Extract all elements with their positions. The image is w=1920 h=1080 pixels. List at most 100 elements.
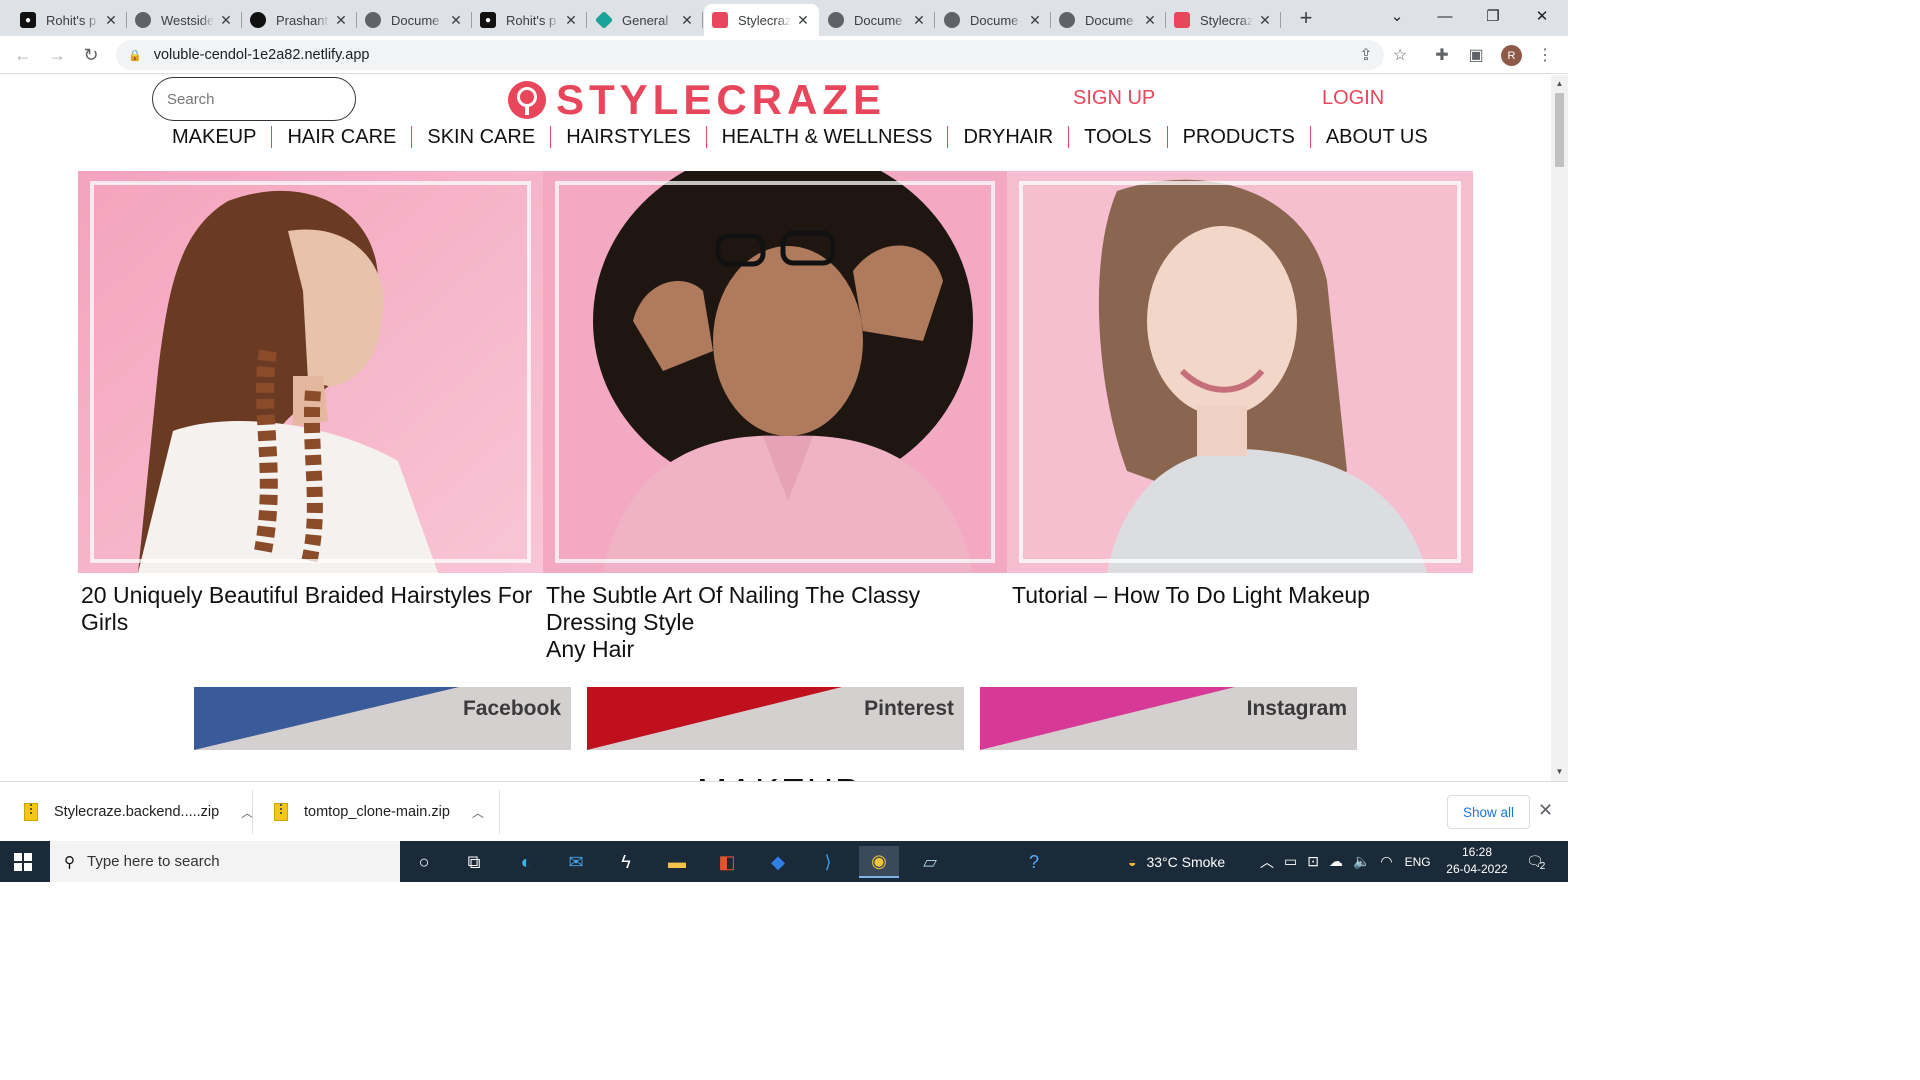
system-clock[interactable]: 16:28 26-04-2022 [1442, 844, 1512, 878]
browser-tab[interactable]: Stylecraz ✕ [1166, 4, 1281, 36]
close-tab-icon[interactable]: ✕ [218, 12, 234, 28]
speaker-icon[interactable]: 🔈 [1353, 853, 1370, 870]
network-alert-icon[interactable]: ☁ [1329, 853, 1343, 870]
download-filename[interactable]: Stylecraze.backend.....zip [54, 804, 219, 820]
scroll-down-arrow-icon[interactable]: ▼ [1555, 767, 1564, 777]
help-icon[interactable]: ? [1014, 846, 1054, 878]
minimize-icon[interactable]: — [1422, 0, 1468, 32]
browser-tab[interactable]: Prashant ✕ [242, 4, 357, 36]
download-filename[interactable]: tomtop_clone-main.zip [304, 804, 450, 820]
article-image-makeup[interactable] [1007, 171, 1473, 573]
edge-icon[interactable]: ◐ [506, 846, 546, 878]
taskbar-search-box[interactable]: ⚲ Type here to search [50, 841, 400, 882]
wifi-icon[interactable]: ◠ [1380, 853, 1392, 870]
close-tab-icon[interactable]: ✕ [795, 12, 811, 28]
nav-makeup[interactable]: MAKEUP [157, 126, 271, 148]
caption-line[interactable]: Girls [81, 609, 532, 636]
cortana-icon[interactable]: ○ [404, 846, 444, 878]
url-text[interactable]: voluble-cendol-1e2a82.netlify.app [154, 47, 370, 63]
nav-tools[interactable]: TOOLS [1068, 126, 1166, 148]
language-indicator[interactable]: ENG [1405, 855, 1431, 869]
article-image-braids[interactable] [78, 171, 543, 573]
browser-tab[interactable]: Docume ✕ [1051, 4, 1166, 36]
browser-tab[interactable]: Westside ✕ [127, 4, 242, 36]
browser-tab[interactable]: General ✕ [588, 4, 703, 36]
page-scrollbar[interactable]: ▲ ▼ [1551, 75, 1568, 781]
chevron-up-icon[interactable]: ︿ [472, 804, 484, 821]
chrome-icon[interactable]: ◉ [859, 846, 899, 878]
notification-center[interactable]: 🗨 2 [1526, 841, 1545, 882]
close-window-icon[interactable]: ✕ [1519, 0, 1565, 32]
article-caption-braids[interactable]: 20 Uniquely Beautiful Braided Hairstyles… [81, 582, 532, 636]
facebook-button[interactable]: Facebook [194, 687, 571, 750]
nav-hairstyles[interactable]: HAIRSTYLES [550, 126, 705, 148]
task-view-icon[interactable]: ⧉ [454, 846, 494, 878]
profile-avatar[interactable]: R [1501, 45, 1522, 66]
extensions-puzzle-icon[interactable]: ✚ [1430, 43, 1454, 67]
browser-tab[interactable]: Docume ✕ [936, 4, 1051, 36]
restore-window-icon[interactable]: ❐ [1470, 0, 1516, 32]
battery-icon[interactable]: ▭ [1284, 853, 1297, 870]
download-item[interactable]: Stylecraze.backend.....zip ︿ [24, 782, 253, 842]
nav-health-wellness[interactable]: HEALTH & WELLNESS [705, 126, 948, 148]
nav-products[interactable]: PRODUCTS [1166, 126, 1310, 148]
reload-icon[interactable]: ↻ [78, 42, 104, 68]
side-panel-icon[interactable]: ▣ [1464, 43, 1488, 67]
close-tab-icon[interactable]: ✕ [1142, 12, 1158, 28]
share-icon[interactable]: ⇪ [1354, 43, 1378, 67]
back-arrow-icon[interactable]: ← [10, 42, 36, 68]
weather-widget[interactable]: ◒ 33°C Smoke [1128, 841, 1225, 882]
close-download-bar-icon[interactable]: ✕ [1538, 800, 1553, 821]
browser-tab[interactable]: Docume ✕ [357, 4, 472, 36]
article-image-glasses[interactable] [543, 171, 1007, 573]
browser-tab[interactable]: ● Rohit's p ✕ [472, 4, 587, 36]
scroll-up-arrow-icon[interactable]: ▲ [1555, 79, 1564, 89]
close-tab-icon[interactable]: ✕ [103, 12, 119, 28]
signup-link[interactable]: SIGN UP [1073, 87, 1155, 110]
office-icon[interactable]: ◧ [707, 846, 747, 878]
device-icon[interactable]: ⊡ [1307, 853, 1319, 870]
tab-search-chevron-icon[interactable]: ⌄ [1374, 0, 1420, 32]
new-tab-plus-icon[interactable]: + [1294, 5, 1318, 30]
site-logo[interactable]: STYLECRAZE [508, 76, 886, 123]
close-tab-icon[interactable]: ✕ [1027, 12, 1043, 28]
file-explorer-icon[interactable]: ▬ [657, 846, 697, 878]
site-search-input[interactable]: Search [152, 77, 356, 121]
close-tab-icon[interactable]: ✕ [679, 12, 695, 28]
mail-icon[interactable]: ✉ [556, 846, 596, 878]
article-caption-makeup[interactable]: Tutorial – How To Do Light Makeup [1012, 582, 1370, 609]
close-tab-icon[interactable]: ✕ [448, 12, 464, 28]
browser-tab[interactable]: Docume ✕ [820, 4, 935, 36]
windows-start-icon[interactable] [14, 853, 32, 871]
caption-line[interactable]: Tutorial – How To Do Light Makeup [1012, 582, 1370, 609]
caption-line[interactable]: Any Hair [546, 636, 920, 663]
nav-skin-care[interactable]: SKIN CARE [411, 126, 550, 148]
close-tab-icon[interactable]: ✕ [563, 12, 579, 28]
nav-about-us[interactable]: ABOUT US [1309, 126, 1443, 148]
bookmark-star-icon[interactable]: ☆ [1388, 43, 1412, 67]
close-tab-icon[interactable]: ✕ [333, 12, 349, 28]
caption-line[interactable]: Dressing Style [546, 609, 920, 636]
browser-tab[interactable]: ● Rohit's p ✕ [12, 4, 127, 36]
show-all-downloads-button[interactable]: Show all [1447, 795, 1530, 829]
caption-line[interactable]: 20 Uniquely Beautiful Braided Hairstyles… [81, 582, 532, 609]
close-tab-icon[interactable]: ✕ [911, 12, 927, 28]
terminal-app-icon[interactable]: ϟ [606, 846, 646, 878]
article-caption-dressing[interactable]: The Subtle Art Of Nailing The Classy Dre… [546, 582, 920, 663]
vscode-icon[interactable]: ⟩ [808, 846, 848, 878]
browser-tab-active[interactable]: Stylecraz ✕ [704, 4, 819, 36]
instagram-button[interactable]: Instagram [980, 687, 1357, 750]
download-item[interactable]: tomtop_clone-main.zip ︿ [274, 782, 484, 842]
more-menu-icon[interactable]: ⋮ [1533, 43, 1557, 67]
close-tab-icon[interactable]: ✕ [1257, 12, 1273, 28]
forward-arrow-icon[interactable]: → [44, 42, 70, 68]
scroll-thumb[interactable] [1555, 93, 1564, 167]
nav-dryhair[interactable]: DRYHAIR [947, 126, 1068, 148]
lock-icon[interactable]: 🔒 [128, 49, 142, 62]
dropbox-icon[interactable]: ◆ [758, 846, 798, 878]
nav-hair-care[interactable]: HAIR CARE [271, 126, 411, 148]
pinterest-button[interactable]: Pinterest [587, 687, 964, 750]
notes-app-icon[interactable]: ▱ [910, 846, 950, 878]
caption-line[interactable]: The Subtle Art Of Nailing The Classy [546, 582, 920, 609]
tray-expand-chevron-icon[interactable]: ︿ [1260, 852, 1274, 872]
